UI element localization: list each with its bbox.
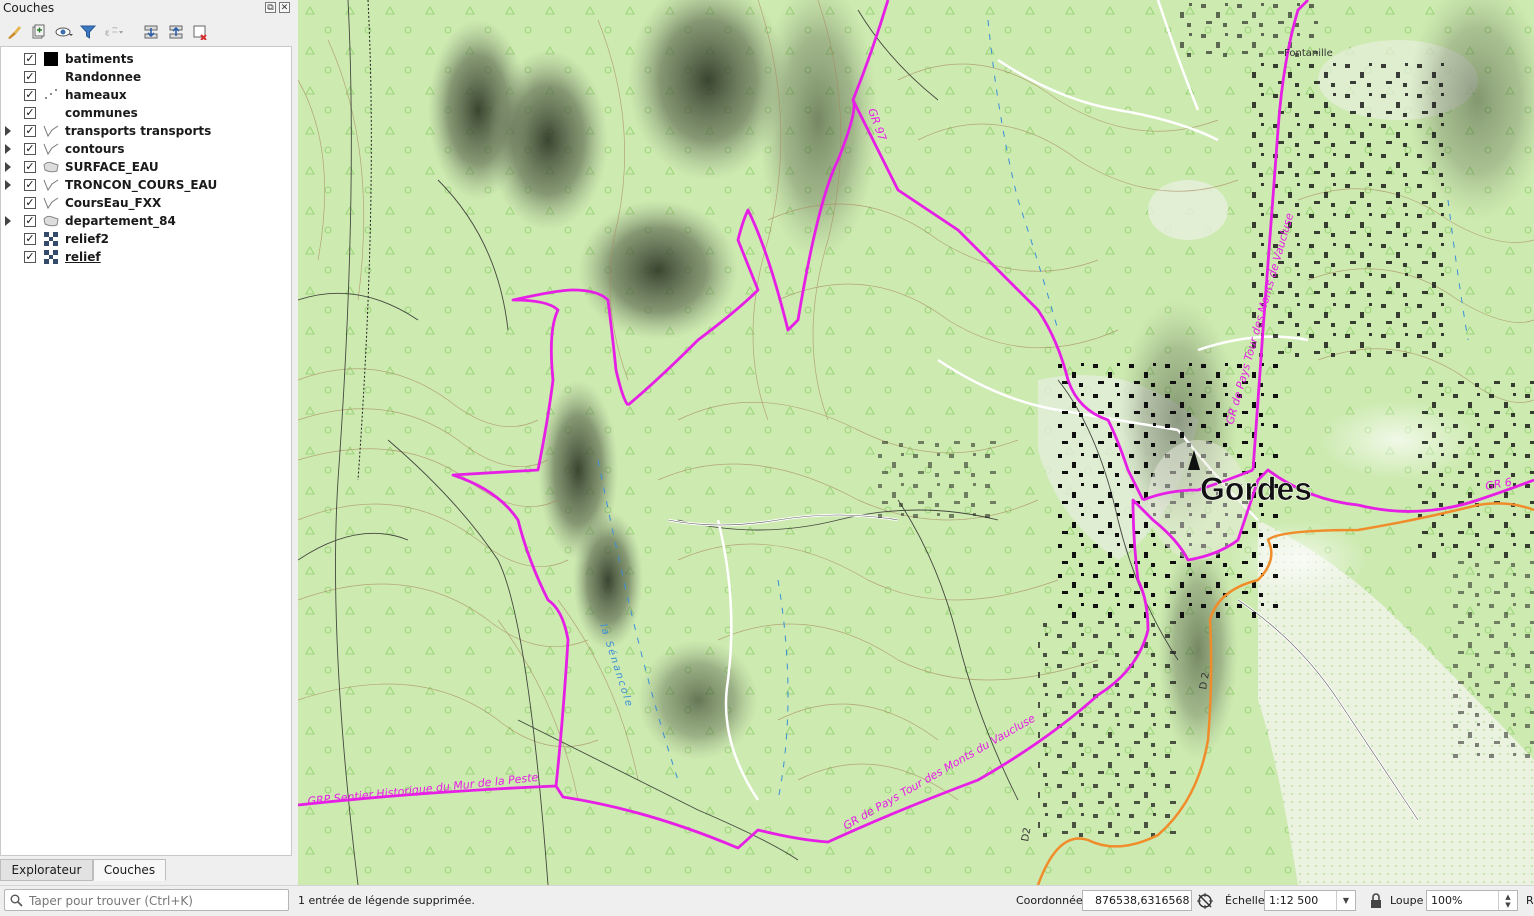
map-canvas[interactable]: GRP Sentier Historique du Mur de la Pest… — [298, 0, 1534, 885]
layer-row-troncon-cours-eau[interactable]: ✓ TRONCON_COURS_EAU — [1, 176, 291, 194]
scale-value: 1:12 500 — [1269, 894, 1319, 907]
locator-search[interactable] — [4, 889, 289, 911]
magnifier-value: 100% — [1431, 894, 1463, 907]
layer-label: contours — [65, 142, 125, 156]
status-message: 1 entrée de légende supprimée. — [298, 894, 475, 907]
points-symbol-icon — [43, 88, 59, 102]
open-layer-styling-icon[interactable] — [4, 22, 24, 42]
line-symbol-icon — [43, 142, 59, 156]
coordinate-label: Coordonnée — [1016, 894, 1083, 907]
lock-scale-icon[interactable] — [1369, 892, 1383, 910]
search-input[interactable] — [27, 892, 286, 910]
polygon-symbol-icon — [43, 160, 59, 174]
filter-legend-icon[interactable] — [78, 22, 98, 42]
layer-visibility-checkbox[interactable]: ✓ — [24, 71, 36, 83]
search-icon — [10, 894, 23, 907]
collapse-all-icon[interactable] — [166, 22, 186, 42]
layer-visibility-checkbox[interactable]: ✓ — [24, 125, 36, 137]
layer-label: CoursEau_FXX — [65, 196, 162, 210]
layer-visibility-checkbox[interactable]: ✓ — [24, 107, 36, 119]
layer-visibility-checkbox[interactable]: ✓ — [24, 53, 36, 65]
layer-row-randonnee[interactable]: ✓ Randonnee — [1, 68, 291, 86]
layer-visibility-checkbox[interactable]: ✓ — [24, 89, 36, 101]
layer-tree: ✓ batiments ✓ Randonnee ✓ hameaux ✓ communes ✓ tr… — [0, 46, 292, 856]
layers-toolbar: ε — [0, 20, 296, 44]
layer-label: TRONCON_COURS_EAU — [65, 178, 218, 192]
rotation-label: R — [1526, 894, 1534, 907]
layer-row-departement-84[interactable]: ✓ departement_84 — [1, 212, 291, 230]
status-bar: 1 entrée de légende supprimée. Coordonné… — [0, 885, 1534, 916]
expand-all-icon[interactable] — [141, 22, 161, 42]
tab-explorateur[interactable]: Explorateur — [0, 859, 93, 881]
layer-label: relief2 — [65, 232, 109, 246]
add-group-icon[interactable] — [28, 22, 48, 42]
line-symbol-icon — [43, 196, 59, 210]
tab-couches[interactable]: Couches — [93, 859, 166, 881]
magnifier-label: Loupe — [1390, 894, 1424, 907]
line-symbol-icon — [43, 124, 59, 138]
layer-row-batiments[interactable]: ✓ batiments — [1, 50, 291, 68]
map-render: GRP Sentier Historique du Mur de la Pest… — [298, 0, 1534, 885]
expand-arrow-icon[interactable] — [5, 126, 11, 136]
label-fontanille: Fontanille — [1284, 48, 1333, 59]
manage-map-themes-icon[interactable] — [54, 22, 74, 42]
layer-visibility-checkbox[interactable]: ✓ — [24, 197, 36, 209]
layer-visibility-checkbox[interactable]: ✓ — [24, 143, 36, 155]
layer-row-hameaux[interactable]: ✓ hameaux — [1, 86, 291, 104]
scale-label: Échelle — [1225, 894, 1265, 907]
layer-label: departement_84 — [65, 214, 176, 228]
layer-label: Randonnee — [65, 70, 142, 84]
line-symbol-icon — [43, 178, 59, 192]
layer-label: hameaux — [65, 88, 127, 102]
panel-title: Couches — [3, 1, 55, 15]
panel-header: Couches ⧉ ✕ — [0, 0, 296, 18]
layer-label: batiments — [65, 52, 134, 66]
expand-arrow-icon[interactable] — [5, 180, 11, 190]
remove-layer-icon[interactable] — [190, 22, 210, 42]
float-panel-button[interactable]: ⧉ — [265, 2, 276, 13]
layer-row-transports-transports[interactable]: ✓ transports transports — [1, 122, 291, 140]
raster-layer-icon — [43, 232, 59, 246]
layer-row-courseau-fxx[interactable]: ✓ CoursEau_FXX — [1, 194, 291, 212]
expression-filter-icon[interactable]: ε — [104, 22, 124, 42]
raster-layer-icon — [43, 250, 59, 264]
layer-label: communes — [65, 106, 138, 120]
coordinate-field[interactable]: 876538,6316568 — [1082, 890, 1192, 911]
layers-panel: Couches ⧉ ✕ ε ✓ batiments ✓ Randonnee ✓ hamea… — [0, 0, 296, 885]
layer-visibility-checkbox[interactable]: ✓ — [24, 233, 36, 245]
spin-arrows-icon[interactable]: ▲ ▼ — [1498, 891, 1517, 910]
layer-row-relief[interactable]: ✓ relief — [1, 248, 291, 266]
layer-label: transports transports — [65, 124, 212, 138]
expand-arrow-icon[interactable] — [5, 162, 11, 172]
svg-text:ε: ε — [105, 27, 110, 38]
layer-label: relief — [65, 250, 101, 264]
layer-visibility-checkbox[interactable]: ✓ — [24, 161, 36, 173]
label-town: Gordes — [1200, 471, 1312, 507]
expand-arrow-icon[interactable] — [5, 144, 11, 154]
layer-row-communes[interactable]: ✓ communes — [1, 104, 291, 122]
layer-label: SURFACE_EAU — [65, 160, 159, 174]
layer-symbol — [43, 106, 59, 120]
layer-row-relief2[interactable]: ✓ relief2 — [1, 230, 291, 248]
magnifier-spinbox[interactable]: 100% ▲ ▼ — [1426, 890, 1518, 911]
close-panel-button[interactable]: ✕ — [279, 2, 290, 13]
toggle-extents-icon[interactable] — [1196, 892, 1214, 910]
layer-row-contours[interactable]: ✓ contours — [1, 140, 291, 158]
scale-combo[interactable]: 1:12 500 ▼ — [1264, 890, 1356, 911]
panel-tabs: Explorateur Couches — [0, 857, 296, 883]
layer-visibility-checkbox[interactable]: ✓ — [24, 215, 36, 227]
layer-symbol — [43, 70, 59, 84]
layer-visibility-checkbox[interactable]: ✓ — [24, 179, 36, 191]
chevron-down-icon[interactable]: ▼ — [1336, 891, 1355, 910]
expand-arrow-icon[interactable] — [5, 216, 11, 226]
layer-row-surface-eau[interactable]: ✓ SURFACE_EAU — [1, 158, 291, 176]
fill-black-symbol-icon — [43, 52, 59, 66]
polygon-symbol-icon — [43, 214, 59, 228]
layer-visibility-checkbox[interactable]: ✓ — [24, 251, 36, 263]
